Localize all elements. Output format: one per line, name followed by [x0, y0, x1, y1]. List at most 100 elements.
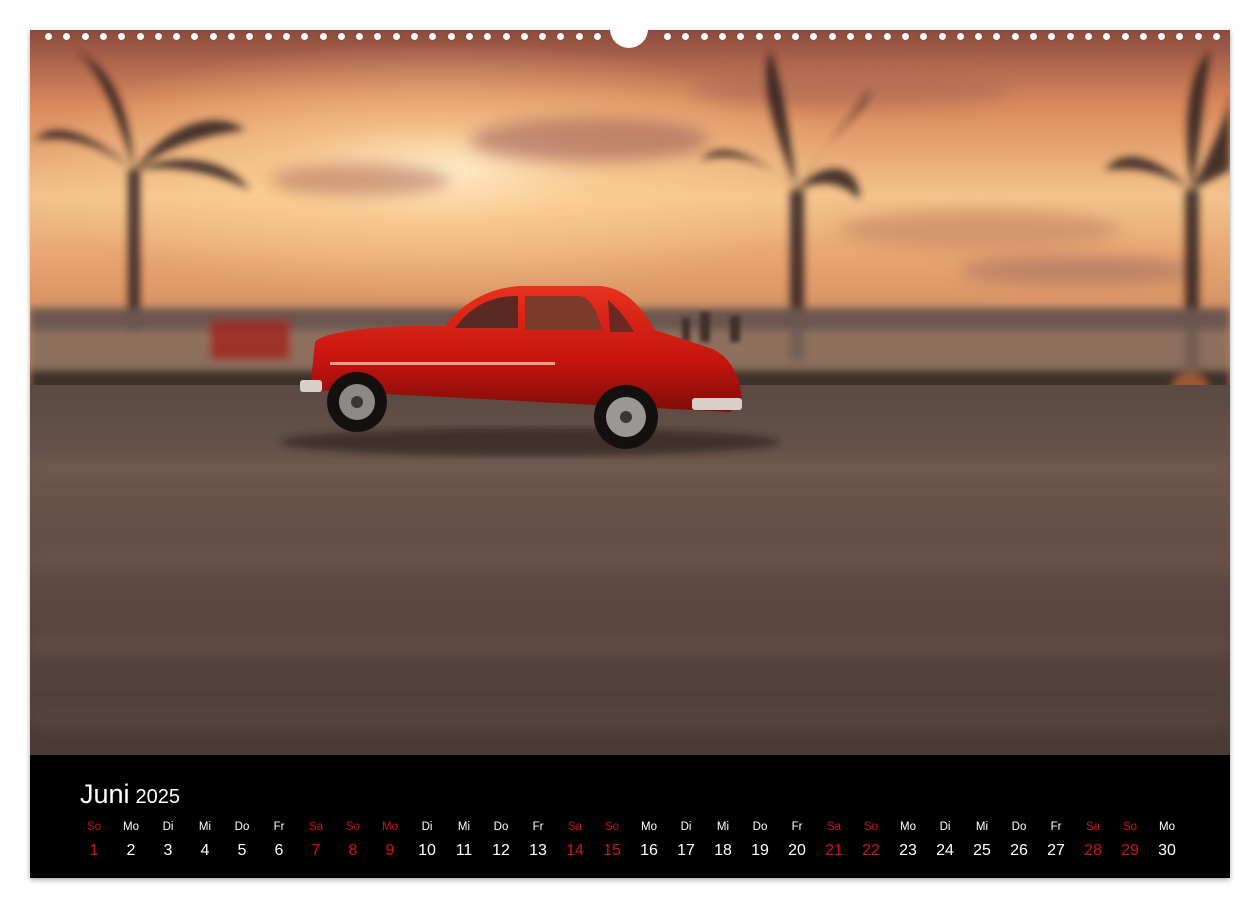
spiral-binding	[30, 22, 1230, 48]
binding-ring	[594, 33, 601, 40]
binding-ring	[1011, 33, 1019, 40]
binding-ring	[956, 33, 964, 40]
day-number: 1	[89, 842, 99, 859]
day-number: 7	[311, 842, 321, 859]
weekday-label: Mo	[123, 821, 139, 833]
weekday-label: Di	[680, 821, 692, 833]
binding-ring	[828, 33, 836, 40]
weekday-label: Fr	[1050, 821, 1062, 833]
day-number: 4	[200, 842, 210, 859]
day-number: 9	[385, 842, 395, 859]
day-number: 14	[566, 842, 584, 859]
day-cell: Fr 6	[261, 819, 297, 861]
day-cell: Di 10	[409, 819, 445, 861]
binding-ring	[81, 33, 89, 40]
day-cell: Do 19	[742, 819, 778, 861]
binding-ring	[392, 33, 400, 40]
binding-ring	[773, 33, 781, 40]
day-number: 19	[751, 842, 769, 859]
weekday-label: Mo	[900, 821, 916, 833]
binding-ring	[810, 33, 818, 40]
calendar-bar: Juni 2025 So 1 Mo 2 Di 3 Mi 4 Do 5 Fr 6 Sa 7 So 8 Mo 9 Di 10…	[30, 755, 1230, 878]
day-cell: So 22	[853, 819, 889, 861]
weekday-label: Fr	[532, 821, 544, 833]
day-cell: Mi 4	[187, 819, 223, 861]
binding-ring	[484, 33, 492, 40]
binding-ring	[447, 33, 455, 40]
day-number: 12	[492, 842, 510, 859]
binding-ring	[664, 33, 671, 40]
day-number: 3	[163, 842, 173, 859]
weekday-label: Do	[752, 821, 768, 833]
sunset-red-car-photo	[30, 30, 1230, 755]
binding-ring	[1030, 33, 1037, 40]
day-number: 23	[899, 842, 917, 859]
day-cell: Do 5	[224, 819, 260, 861]
day-number: 6	[274, 842, 284, 859]
day-cell: So 29	[1112, 819, 1148, 861]
binding-ring	[792, 33, 800, 40]
day-number: 13	[529, 842, 547, 859]
binding-ring	[901, 33, 909, 40]
binding-ring	[246, 33, 254, 40]
calendar-photo	[30, 30, 1230, 755]
day-number: 2	[126, 842, 136, 859]
binding-ring	[737, 33, 745, 40]
day-cell: Mo 30	[1149, 819, 1185, 861]
binding-ring	[1158, 33, 1166, 40]
hanger-notch	[610, 22, 648, 48]
day-cell: Fr 13	[520, 819, 556, 861]
weekday-label: So	[604, 821, 620, 833]
weekday-label: Di	[421, 821, 433, 833]
weekday-label: Sa	[1085, 821, 1101, 833]
day-cell: So 15	[594, 819, 630, 861]
binding-ring	[502, 33, 510, 40]
binding-ring	[154, 33, 162, 40]
binding-ring	[429, 33, 437, 40]
day-cell: Di 3	[150, 819, 186, 861]
binding-ring	[520, 33, 528, 40]
day-number: 10	[418, 842, 436, 859]
day-cell: Mo 9	[372, 819, 408, 861]
binding-ring	[1066, 33, 1074, 40]
weekday-label: So	[863, 821, 879, 833]
day-cell: Do 12	[483, 819, 519, 861]
binding-ring	[1213, 33, 1220, 40]
weekday-label: Fr	[791, 821, 803, 833]
day-cell: Fr 27	[1038, 819, 1074, 861]
binding-ring	[264, 33, 272, 40]
weekday-label: Sa	[567, 821, 583, 833]
binding-ring	[755, 33, 763, 40]
weekday-label: Mi	[716, 821, 730, 833]
day-number: 29	[1121, 842, 1139, 859]
day-number: 21	[825, 842, 843, 859]
binding-ring	[118, 33, 126, 40]
day-cell: So 8	[335, 819, 371, 861]
day-number: 18	[714, 842, 732, 859]
day-cell: Mi 11	[446, 819, 482, 861]
binding-ring	[700, 33, 708, 40]
day-cell: Mo 16	[631, 819, 667, 861]
day-number: 22	[862, 842, 880, 859]
day-number: 17	[677, 842, 695, 859]
day-cell: Mi 18	[705, 819, 741, 861]
day-number: 27	[1047, 842, 1065, 859]
day-number: 11	[455, 842, 473, 859]
day-number: 15	[603, 842, 621, 859]
month-name: Juni	[80, 779, 130, 809]
weekday-label: Di	[162, 821, 174, 833]
weekday-label: Do	[493, 821, 509, 833]
day-cell: Sa 21	[816, 819, 852, 861]
binding-ring	[63, 33, 71, 40]
day-cell: Sa 7	[298, 819, 334, 861]
month-year: 2025	[135, 786, 181, 808]
binding-ring	[228, 33, 235, 40]
day-cell: Di 17	[668, 819, 704, 861]
weekday-label: Mo	[641, 821, 657, 833]
binding-ring	[920, 33, 928, 40]
day-number: 28	[1084, 842, 1102, 859]
binding-ring	[883, 33, 891, 40]
binding-ring	[301, 33, 309, 40]
binding-ring	[865, 33, 873, 40]
weekday-label: Sa	[308, 821, 324, 833]
